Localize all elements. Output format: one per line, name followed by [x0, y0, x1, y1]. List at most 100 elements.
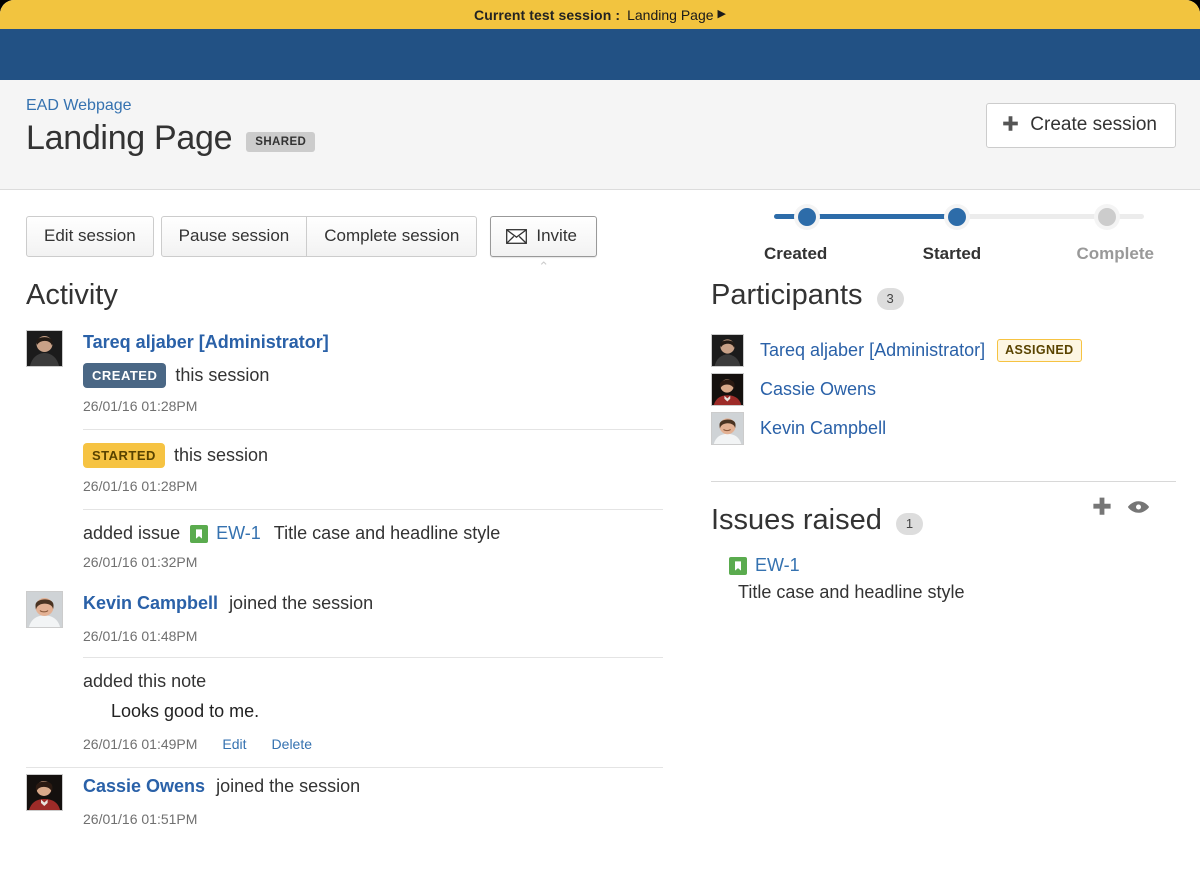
- participant-name-link[interactable]: Tareq aljaber [Administrator]: [760, 340, 985, 361]
- top-navigation-bar: [0, 29, 1200, 80]
- story-issue-icon: [729, 557, 747, 575]
- timestamp: 26/01/16 01:28PM: [83, 398, 197, 414]
- activity-entry-meta: 26/01/16 01:28PM: [83, 388, 663, 427]
- participant-name-link[interactable]: Cassie Owens: [760, 379, 876, 400]
- session-progress-stepper: Created Started Complete: [762, 204, 1156, 264]
- edit-session-button[interactable]: Edit session: [26, 216, 154, 257]
- status-badge-created: CREATED: [83, 363, 166, 388]
- invite-label: Invite: [536, 226, 577, 246]
- issues-raised-section-title: Issues raised 1: [711, 504, 923, 537]
- activity-entries: Cassie Owens joined the session 26/01/16…: [83, 768, 663, 840]
- stepper-dot-complete[interactable]: [1098, 208, 1116, 226]
- stepper-dot-created[interactable]: [798, 208, 816, 226]
- activity-entry-description: added issue: [83, 523, 180, 544]
- participant-row[interactable]: Tareq aljaber [Administrator] ASSIGNED: [711, 334, 1176, 367]
- timestamp: 26/01/16 01:32PM: [83, 554, 197, 570]
- activity-entries: Kevin Campbell joined the session 26/01/…: [83, 585, 663, 767]
- envelope-icon: [506, 229, 527, 244]
- activity-entry-meta: 26/01/16 01:49PM Edit Delete: [83, 726, 663, 765]
- activity-user-link[interactable]: Tareq aljaber [Administrator]: [83, 332, 329, 352]
- issue-summary: Title case and headline style: [711, 582, 1176, 603]
- issue-entry: EW-1 Title case and headline style: [711, 555, 1176, 603]
- shared-badge: SHARED: [246, 132, 315, 152]
- delete-note-link[interactable]: Delete: [272, 736, 312, 752]
- issues-raised-actions: [1091, 496, 1150, 518]
- issues-raised-title-label: Issues raised: [711, 504, 882, 537]
- participants-section-title: Participants 3: [711, 279, 1176, 312]
- current-session-value[interactable]: Landing Page: [627, 7, 713, 23]
- activity-entry-meta: 26/01/16 01:51PM: [83, 801, 663, 840]
- pause-session-button[interactable]: Pause session: [161, 216, 308, 257]
- activity-entry-meta: 26/01/16 01:48PM: [83, 618, 663, 657]
- create-session-button[interactable]: Create session: [986, 103, 1176, 148]
- edit-note-link[interactable]: Edit: [222, 736, 246, 752]
- stepper-label-created: Created: [764, 244, 827, 264]
- activity-user-link[interactable]: Cassie Owens: [83, 776, 205, 796]
- note-body: Looks good to me.: [83, 692, 663, 726]
- issue-key-link[interactable]: EW-1: [216, 523, 261, 544]
- issue-entry-row: EW-1: [711, 555, 1176, 576]
- avatar[interactable]: [711, 412, 744, 445]
- activity-entry-text: added issue EW-1 Title case and headline…: [83, 523, 663, 544]
- activity-entry-description: this session: [175, 365, 269, 386]
- avatar[interactable]: [26, 591, 63, 628]
- activity-section-title: Activity: [26, 279, 663, 312]
- avatar[interactable]: [26, 330, 63, 367]
- activity-user-action: joined the session: [229, 593, 373, 613]
- chevron-up-icon[interactable]: ⌃: [538, 260, 549, 273]
- participants-title-label: Participants: [711, 279, 863, 312]
- participant-name-link[interactable]: Kevin Campbell: [760, 418, 886, 439]
- session-action-toolbar: Edit session Pause session Complete sess…: [0, 190, 1200, 257]
- timestamp: 26/01/16 01:28PM: [83, 478, 197, 494]
- invite-button-wrapper: Invite ⌃: [490, 216, 597, 257]
- side-panel: Participants 3 Tareq aljaber [Administra…: [681, 257, 1176, 840]
- session-state-button-group: Pause session Complete session: [161, 216, 478, 257]
- stepper-label-started: Started: [923, 244, 982, 264]
- activity-group: Kevin Campbell joined the session 26/01/…: [26, 585, 663, 767]
- breadcrumb-project-link[interactable]: EAD Webpage: [26, 97, 132, 115]
- participant-row[interactable]: Cassie Owens: [711, 373, 1176, 406]
- main-content: Activity Tareq aljaber [Adm: [0, 257, 1200, 840]
- invite-button[interactable]: Invite: [490, 216, 597, 257]
- activity-user-header: Cassie Owens joined the session: [83, 768, 663, 801]
- plus-icon: [1002, 115, 1019, 135]
- complete-session-button[interactable]: Complete session: [306, 216, 477, 257]
- avatar[interactable]: [711, 334, 744, 367]
- stepper-track: [762, 204, 1156, 228]
- activity-user-action: joined the session: [216, 776, 360, 796]
- stepper-label-complete: Complete: [1077, 244, 1154, 264]
- stepper-labels: Created Started Complete: [762, 244, 1156, 264]
- participants-count-badge: 3: [877, 288, 904, 310]
- participants-list: Tareq aljaber [Administrator] ASSIGNED: [711, 334, 1176, 445]
- chevron-right-icon[interactable]: ▶: [718, 9, 726, 20]
- avatar[interactable]: [711, 373, 744, 406]
- activity-entry-description: added this note: [83, 671, 206, 692]
- activity-user-link[interactable]: Kevin Campbell: [83, 593, 218, 613]
- participant-row[interactable]: Kevin Campbell: [711, 412, 1176, 445]
- avatar-column: [26, 324, 83, 585]
- avatar[interactable]: [26, 774, 63, 811]
- issues-raised-header: Issues raised 1: [711, 482, 1176, 549]
- issue-key-link[interactable]: EW-1: [755, 555, 800, 576]
- activity-entry: STARTED this session 26/01/16 01:28PM: [83, 429, 663, 509]
- plus-icon[interactable]: [1091, 496, 1113, 518]
- activity-entry-text: CREATED this session: [83, 363, 663, 388]
- activity-user-header: Kevin Campbell joined the session: [83, 585, 663, 618]
- assigned-badge: ASSIGNED: [997, 339, 1082, 362]
- activity-entry-meta: 26/01/16 01:28PM: [83, 468, 663, 507]
- activity-entries: Tareq aljaber [Administrator] CREATED th…: [83, 324, 663, 585]
- timestamp: 26/01/16 01:48PM: [83, 628, 197, 644]
- eye-icon[interactable]: [1127, 499, 1150, 515]
- activity-entry-description: this session: [174, 445, 268, 466]
- activity-column: Activity Tareq aljaber [Adm: [26, 257, 681, 840]
- issues-raised-count-badge: 1: [896, 513, 923, 535]
- timestamp: 26/01/16 01:51PM: [83, 811, 197, 827]
- app-window: Current test session : Landing Page ▶ EA…: [0, 0, 1200, 873]
- activity-entry-text: added this note: [83, 671, 663, 692]
- stepper-dot-started[interactable]: [948, 208, 966, 226]
- create-session-label: Create session: [1030, 114, 1157, 136]
- activity-entry-meta: 26/01/16 01:32PM: [83, 544, 663, 583]
- activity-entry: added issue EW-1 Title case and headline…: [83, 509, 663, 585]
- current-session-bar[interactable]: Current test session : Landing Page ▶: [0, 0, 1200, 29]
- current-session-label: Current test session :: [474, 7, 620, 23]
